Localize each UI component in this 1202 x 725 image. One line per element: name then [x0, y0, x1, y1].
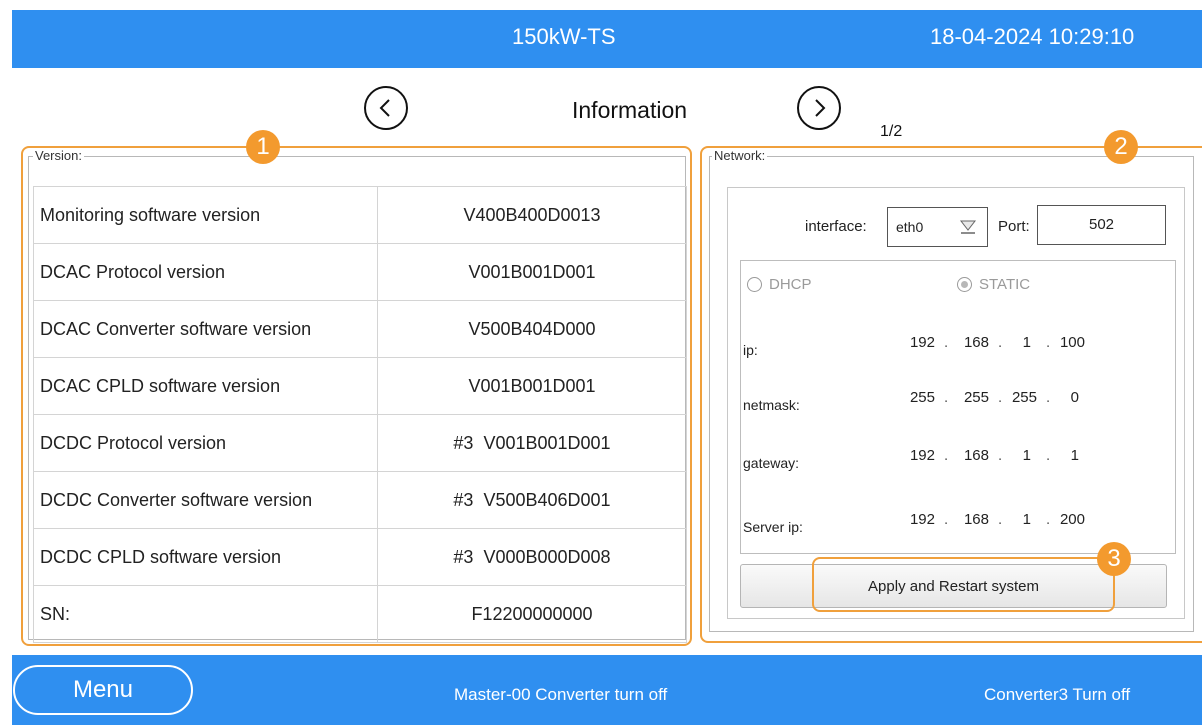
- page-title: Information: [572, 97, 688, 123]
- callout-marker: 1: [246, 130, 280, 164]
- menu-button[interactable]: Menu: [13, 665, 193, 715]
- converter-status: Converter3 Turn off: [984, 685, 1131, 704]
- footer-bar: Menu Master-00 Converter turn off Conver…: [12, 655, 1202, 725]
- page-indicator: 1/2: [880, 123, 903, 140]
- chevron-left-icon: [379, 99, 390, 117]
- prev-page-button[interactable]: [364, 86, 408, 130]
- master-status: Master-00 Converter turn off: [454, 685, 668, 704]
- callout-marker: 2: [1104, 130, 1138, 164]
- datetime: 18-04-2024 10:29:10: [930, 24, 1135, 49]
- header-bar: 150kW-TS 18-04-2024 10:29:10: [12, 10, 1202, 68]
- next-page-button[interactable]: [797, 86, 841, 130]
- device-name: 150kW-TS: [512, 24, 616, 49]
- highlight-version: [21, 146, 692, 646]
- callout-marker: 3: [1097, 542, 1131, 576]
- chevron-right-icon: [815, 99, 826, 117]
- highlight-apply: [812, 557, 1115, 612]
